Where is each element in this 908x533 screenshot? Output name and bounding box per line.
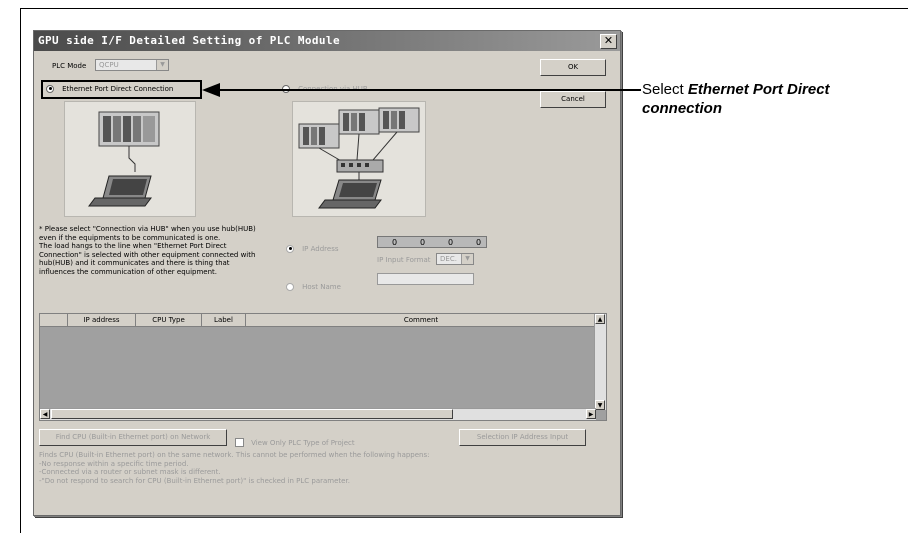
- plc-mode-value: QCPU: [99, 61, 119, 69]
- checkbox-icon: [235, 438, 244, 447]
- plc-mode-select[interactable]: QCPU ▼: [95, 59, 169, 71]
- host-name-label: Host Name: [302, 282, 341, 291]
- highlight-box: [41, 80, 202, 99]
- column-header-label[interactable]: Label: [202, 314, 246, 326]
- radio-unselected-icon: [286, 282, 294, 291]
- horizontal-scrollbar[interactable]: ◀ ▶: [40, 408, 596, 420]
- plcs-hub-laptop-icon: [298, 107, 420, 209]
- ip-octet-2: 0: [420, 238, 426, 247]
- ip-input-format-select[interactable]: DEC. ▼: [436, 253, 474, 265]
- vertical-scrollbar[interactable]: ▲ ▼: [594, 314, 606, 410]
- column-header-ip-address[interactable]: IP address: [68, 314, 136, 326]
- note-line: Connection" is selected with other equip…: [39, 250, 256, 259]
- column-header-cpu-type[interactable]: CPU Type: [136, 314, 202, 326]
- cpu-list-table[interactable]: IP address CPU Type Label Comment ▲ ▼ ◀ …: [39, 313, 607, 421]
- hub-connection-illustration: [292, 101, 426, 217]
- ip-octet-3: 0: [448, 238, 454, 247]
- ip-address-label: IP Address: [302, 244, 339, 253]
- ip-address-input[interactable]: 0 0 0 0: [377, 236, 487, 248]
- table-header: IP address CPU Type Label Comment: [40, 314, 596, 327]
- selection-ip-address-input-button[interactable]: Selection IP Address Input: [459, 429, 586, 446]
- radio-ip-address[interactable]: IP Address: [286, 238, 338, 257]
- annotation-prefix: Select: [642, 81, 688, 98]
- chevron-down-icon: ▼: [156, 60, 168, 70]
- ip-input-format-value: DEC.: [440, 255, 457, 263]
- view-only-plc-checkbox[interactable]: View Only PLC Type of Project: [235, 432, 355, 451]
- note-line: The load hangs to the line when "Etherne…: [39, 242, 227, 250]
- callout-annotation: Select Ethernet Port Direct connection: [642, 80, 908, 118]
- host-name-input[interactable]: [377, 273, 474, 285]
- horizontal-scroll-thumb[interactable]: [51, 409, 453, 419]
- direct-connection-illustration: [64, 101, 196, 217]
- find-info-text: Finds CPU (Built-in Ethernet port) on th…: [39, 451, 430, 485]
- scroll-left-icon[interactable]: ◀: [40, 409, 50, 419]
- dialog-title: GPU side I/F Detailed Setting of PLC Mod…: [38, 34, 340, 47]
- callout-arrow-icon: [202, 83, 641, 97]
- scroll-down-icon[interactable]: ▼: [595, 400, 605, 410]
- plc-mode-label: PLC Mode: [52, 62, 87, 70]
- ip-octet-1: 0: [392, 238, 398, 247]
- radio-host-name[interactable]: Host Name: [286, 276, 341, 295]
- note-line: hub(HUB) and it communicates and there i…: [39, 259, 230, 267]
- info-line: -Connected via a router or subnet mask i…: [39, 468, 221, 476]
- ip-input-format-label: IP Input Format: [377, 256, 431, 264]
- title-bar: GPU side I/F Detailed Setting of PLC Mod…: [34, 31, 620, 51]
- find-cpu-button[interactable]: Find CPU (Built-in Ethernet port) on Net…: [39, 429, 227, 446]
- detailed-setting-dialog: GPU side I/F Detailed Setting of PLC Mod…: [33, 30, 621, 516]
- ip-octet-4: 0: [476, 238, 482, 247]
- ok-button[interactable]: OK: [540, 59, 606, 76]
- radio-selected-icon: [286, 244, 294, 253]
- info-line: -"Do not respond to search for CPU (Buil…: [39, 476, 350, 485]
- note-line: * Please select "Connection via HUB" whe…: [39, 225, 256, 233]
- scroll-up-icon[interactable]: ▲: [595, 314, 605, 324]
- view-only-label: View Only PLC Type of Project: [251, 438, 355, 447]
- close-button[interactable]: ✕: [600, 34, 617, 49]
- plc-and-laptop-icon: [88, 111, 160, 207]
- note-line: even if the equipments to be communicate…: [39, 233, 221, 242]
- column-header-comment[interactable]: Comment: [246, 314, 596, 326]
- column-header: [40, 314, 68, 326]
- hub-usage-note: * Please select "Connection via HUB" whe…: [39, 225, 256, 276]
- chevron-down-icon: ▼: [461, 254, 473, 264]
- info-line: -No response within a specific time peri…: [39, 459, 189, 468]
- scroll-right-icon[interactable]: ▶: [586, 409, 596, 419]
- note-line: influences the communication of other eq…: [39, 267, 218, 276]
- info-line: Finds CPU (Built-in Ethernet port) on th…: [39, 451, 430, 459]
